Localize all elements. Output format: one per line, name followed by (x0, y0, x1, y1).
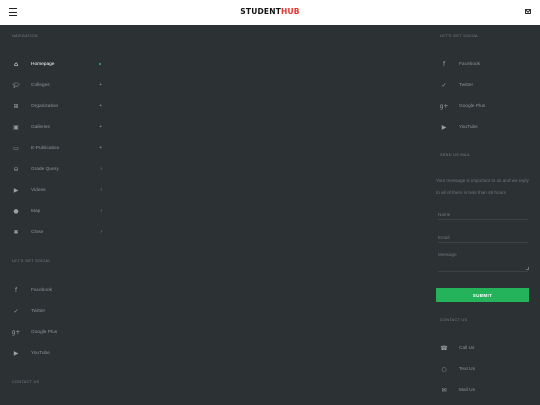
chevron-right-icon: › (100, 229, 102, 235)
left-social-facebook[interactable]: f Facebook (12, 284, 102, 296)
site-logo[interactable]: STUDENTHUB (0, 7, 540, 16)
right-sidebar: LET'S GET SOCIAL f Facebook ✓ Twitter g+… (430, 25, 540, 405)
social-label: Twitter (459, 82, 474, 88)
youtube-icon: ▶ (441, 123, 447, 131)
twitter-icon: ✓ (441, 81, 447, 89)
nav-item-colleges[interactable]: 🎓︎ Colleges + (12, 79, 102, 91)
social-label: YouTube (459, 124, 478, 130)
expand-plus-icon: + (99, 124, 102, 130)
video-play-icon: ▶ (13, 186, 19, 194)
social-label: Twitter (31, 308, 46, 314)
nav-label: E-Publication (31, 145, 60, 151)
social-label: Google Plus (459, 103, 486, 109)
left-social-twitter[interactable]: ✓ Twitter (12, 305, 102, 317)
send-mail-title: SEND US MAIL (440, 153, 471, 157)
chevron-right-icon: › (100, 166, 102, 172)
nav-item-videos[interactable]: ▶ Videos › (12, 184, 102, 196)
name-field[interactable] (438, 209, 528, 220)
expand-plus-icon: + (99, 103, 102, 109)
social-label: Facebook (459, 61, 481, 67)
nav-label: Grade Query (31, 166, 59, 172)
contact-mail-us[interactable]: ✉ Mail Us (440, 384, 530, 396)
logo-main-text: STUDENT (240, 7, 282, 16)
nav-label: Organization (31, 103, 59, 109)
phone-icon: ☎ (440, 344, 448, 352)
nav-label: Close (31, 229, 44, 235)
message-field[interactable] (438, 252, 528, 272)
top-bar: STUDENTHUB (0, 0, 540, 25)
navigation-title: NAVIGATION (12, 34, 38, 38)
envelope-icon: ✉ (441, 386, 447, 394)
left-contact-title: CONTACT US (12, 380, 40, 384)
right-social-facebook[interactable]: f Facebook (440, 58, 530, 70)
left-social-youtube[interactable]: ▶ YouTube (12, 347, 102, 359)
right-social-title: LET'S GET SOCIAL (440, 34, 479, 38)
envelope-icon[interactable] (525, 9, 531, 14)
right-social-twitter[interactable]: ✓ Twitter (440, 79, 530, 91)
tablet-icon: ▭ (13, 144, 19, 152)
nav-label: Galleries (31, 124, 50, 130)
expand-plus-icon: + (99, 82, 102, 88)
chevron-right-icon: › (100, 208, 102, 214)
right-social-google-plus[interactable]: g+ Google Plus (440, 100, 530, 112)
textarea-resize-handle[interactable] (526, 267, 529, 270)
left-sidebar: NAVIGATION ⌂ Homepage 🎓︎ Colleges + ⊞ Or… (0, 25, 110, 405)
nav-item-close[interactable]: ✖ Close › (12, 226, 102, 238)
chat-bubble-icon: ○ (441, 365, 447, 373)
email-field[interactable] (438, 232, 528, 243)
home-icon: ⌂ (14, 60, 18, 68)
close-x-icon: ✖ (13, 228, 19, 236)
contact-call-us[interactable]: ☎ Call Us (440, 342, 530, 354)
image-gallery-icon: ▣ (13, 123, 19, 131)
google-plus-icon: g+ (11, 328, 21, 336)
left-social-title: LET'S GET SOCIAL (12, 259, 51, 263)
chevron-right-icon: › (100, 187, 102, 193)
google-plus-icon: g+ (439, 102, 449, 110)
expand-plus-icon: + (99, 145, 102, 151)
logo-accent-text: HUB (281, 7, 300, 16)
nav-item-homepage[interactable]: ⌂ Homepage (12, 58, 102, 70)
twitter-icon: ✓ (13, 307, 19, 315)
contact-text-us[interactable]: ○ Text Us (440, 363, 530, 375)
contact-label: Call Us (459, 345, 475, 351)
social-label: Facebook (31, 287, 53, 293)
nav-item-grade-query[interactable]: ⊖ Grade Query › (12, 163, 102, 175)
right-contact-title: CONTACT US (440, 318, 468, 322)
nav-item-organization[interactable]: ⊞ Organization + (12, 100, 102, 112)
youtube-icon: ▶ (13, 349, 19, 357)
nav-label: Homepage (31, 61, 55, 67)
nav-item-map[interactable]: ● Map › (12, 205, 102, 217)
facebook-icon: f (442, 60, 446, 68)
nav-label: Map (31, 208, 41, 214)
nav-label: Videos (31, 187, 46, 193)
nav-item-galleries[interactable]: ▣ Galleries + (12, 121, 102, 133)
hdd-icon: ⊖ (13, 165, 19, 173)
submit-button[interactable]: SUBMIT (436, 288, 529, 302)
graduation-cap-icon: 🎓︎ (12, 81, 20, 89)
right-social-youtube[interactable]: ▶ YouTube (440, 121, 530, 133)
map-marker-icon: ● (13, 207, 19, 215)
social-label: YouTube (31, 350, 50, 356)
nav-item-e-publication[interactable]: ▭ E-Publication + (12, 142, 102, 154)
contact-label: Text Us (459, 366, 475, 372)
active-indicator-dot (98, 62, 101, 66)
contact-label: Mail Us (459, 387, 475, 393)
sitemap-icon: ⊞ (13, 102, 19, 110)
nav-label: Colleges (31, 82, 50, 88)
message-info-text: Your message is important to us and we r… (436, 178, 529, 195)
left-social-google-plus[interactable]: g+ Google Plus (12, 326, 102, 338)
social-label: Google Plus (31, 329, 58, 335)
facebook-icon: f (14, 286, 18, 294)
